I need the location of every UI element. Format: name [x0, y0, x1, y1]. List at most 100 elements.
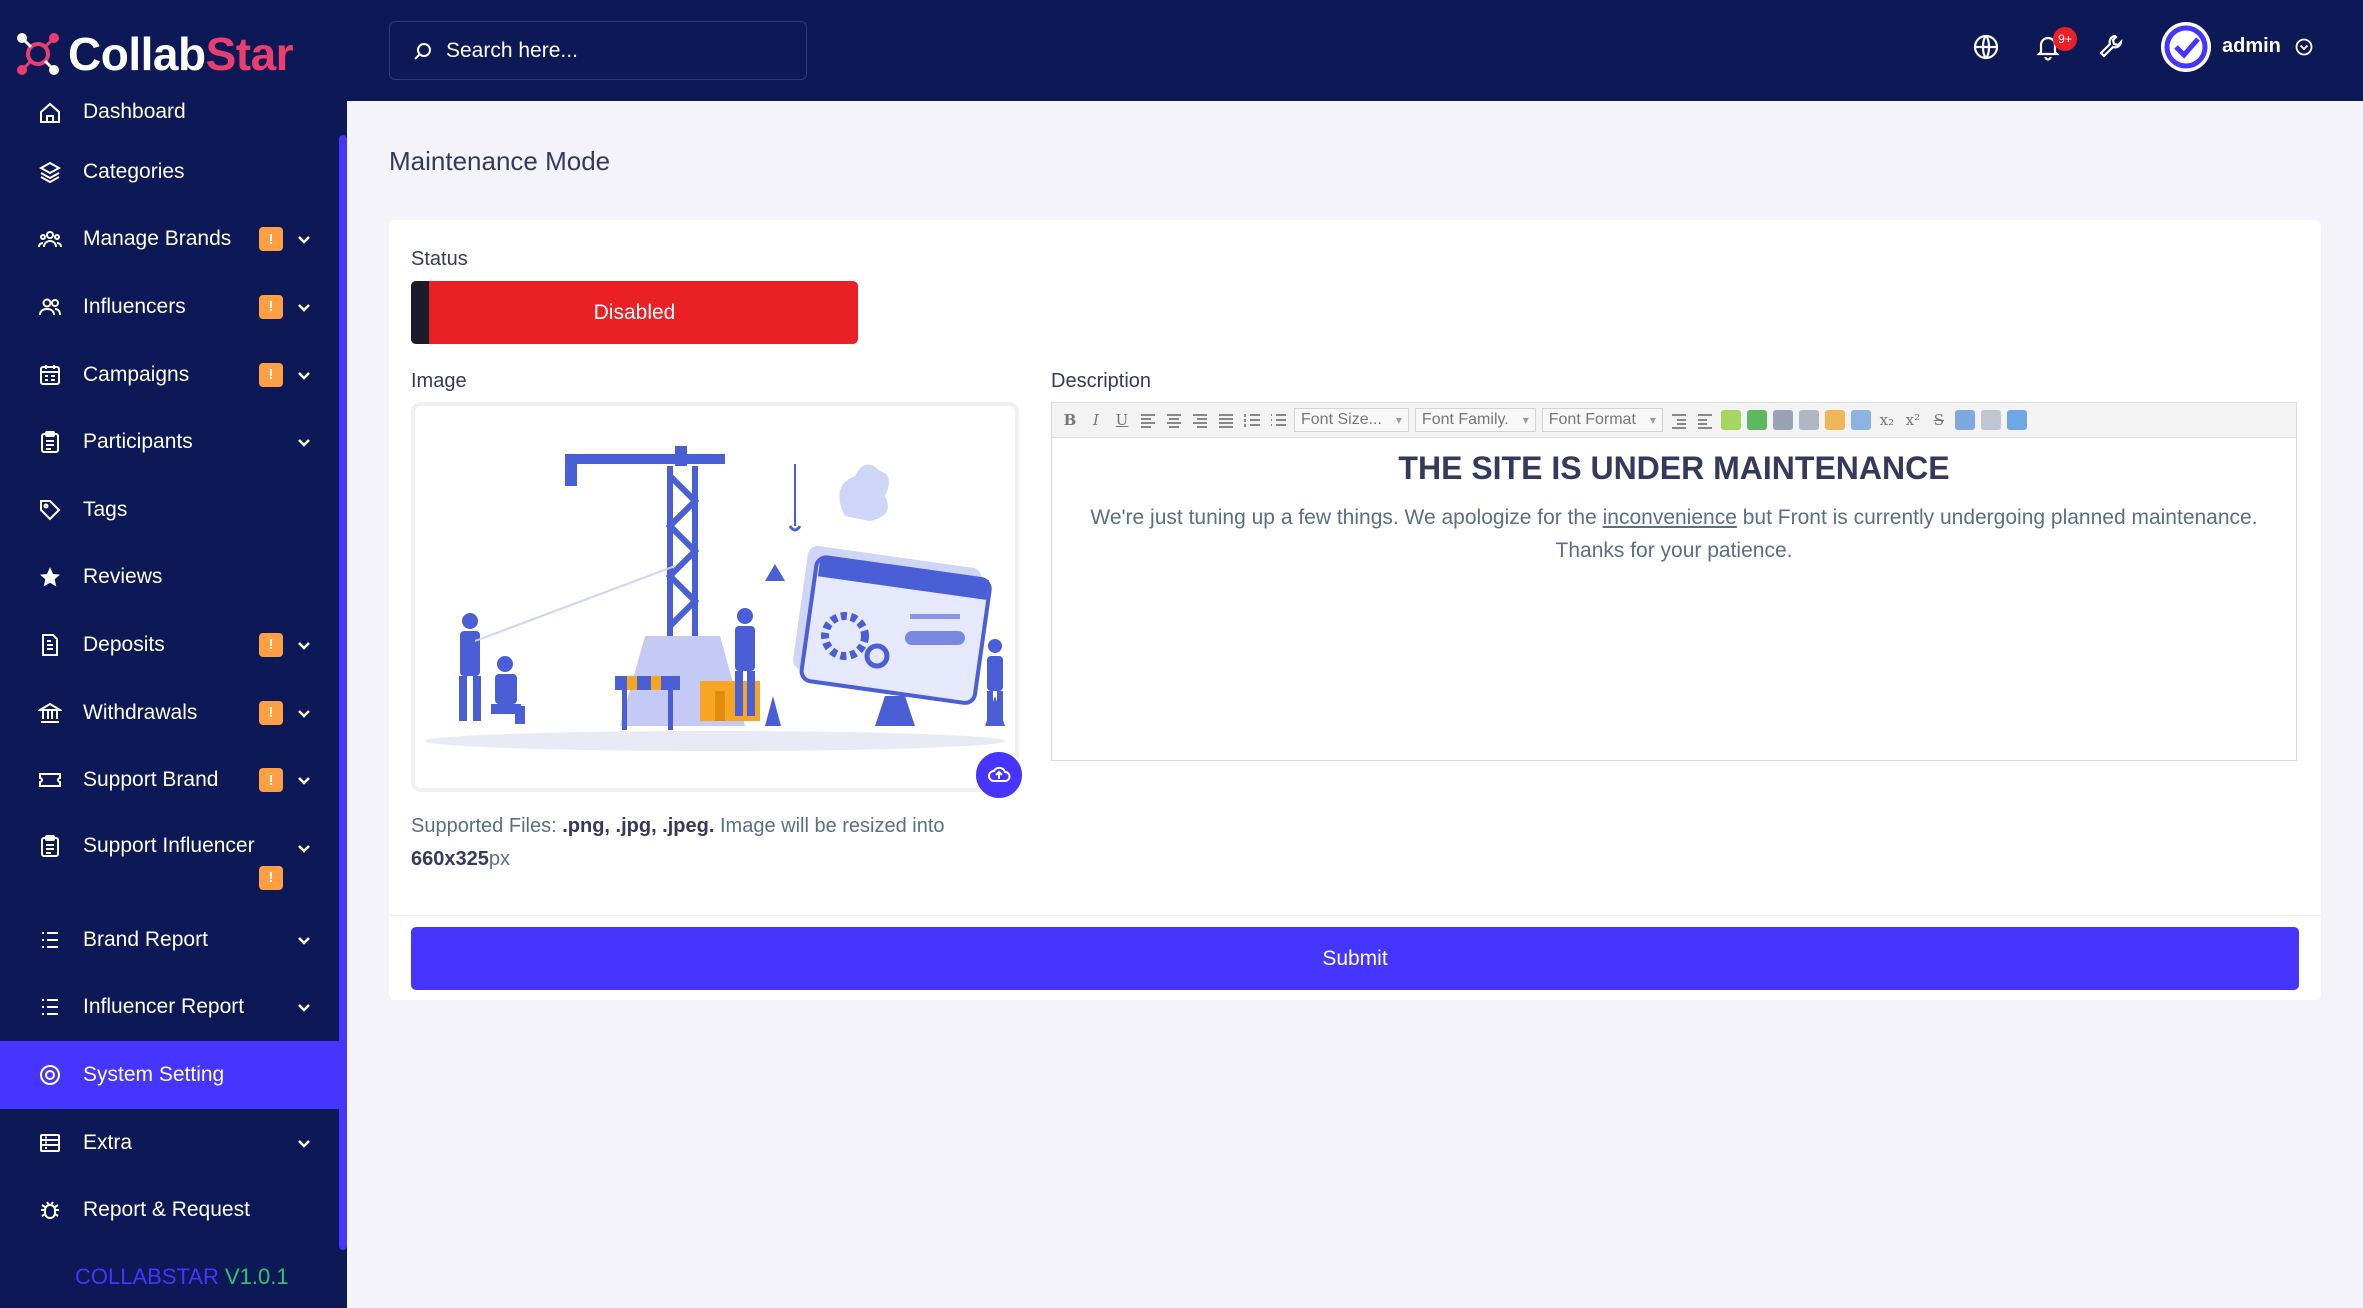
description-label: Description [1051, 370, 1152, 392]
ordered-list-icon[interactable] [1242, 410, 1262, 430]
align-right-icon[interactable] [1190, 410, 1210, 430]
sidebar-item-brand-report[interactable]: Brand Report [0, 906, 340, 974]
align-justify-icon[interactable] [1216, 410, 1236, 430]
strikethrough-icon[interactable]: S [1929, 410, 1949, 430]
upload-image-button[interactable] [974, 750, 1024, 800]
alert-badge: ! [259, 768, 283, 793]
image-help-text: Supported Files: .png, .jpg, .jpeg. Imag… [411, 810, 1011, 876]
sidebar-item-deposits[interactable]: Deposits ! [0, 611, 340, 679]
align-center-icon[interactable] [1164, 410, 1184, 430]
image-preview [411, 402, 1019, 792]
wrench-icon[interactable] [2097, 32, 2127, 62]
page-title: Maintenance Mode [389, 146, 611, 176]
help-file-types: .png, .jpg, .jpeg. [562, 815, 715, 837]
sidebar-item-campaigns[interactable]: Campaigns ! [0, 341, 340, 409]
sidebar-item-label: Tags [83, 497, 128, 521]
user-name[interactable]: admin [2222, 35, 2281, 58]
sidebar-item-manage-brands[interactable]: Manage Brands ! [0, 206, 340, 274]
layers-icon [38, 160, 62, 184]
status-toggle[interactable]: Disabled [411, 281, 858, 344]
sidebar-item-label: Influencers [83, 294, 186, 318]
search-box[interactable] [389, 21, 807, 80]
editor-heading: THE SITE IS UNDER MAINTENANCE [1398, 450, 1950, 486]
image-insert-icon[interactable] [1824, 410, 1845, 430]
text-color-icon[interactable] [1720, 410, 1741, 430]
alert-badge: ! [259, 362, 283, 387]
horizontal-rule-icon[interactable] [1980, 410, 2001, 430]
link-icon[interactable] [1772, 410, 1793, 430]
rich-text-editor[interactable]: B I U Font Size... Font Family. Font For… [1051, 402, 2297, 761]
sidebar-item-support-brand[interactable]: Support Brand ! [0, 746, 340, 814]
background-color-icon[interactable] [1746, 410, 1767, 430]
chevron-down-icon [298, 1139, 310, 1148]
sidebar-scrollbar[interactable] [339, 135, 347, 1250]
font-family-select[interactable]: Font Family. [1414, 408, 1536, 432]
font-size-select[interactable]: Font Size... [1294, 408, 1409, 432]
unlink-icon[interactable] [1798, 410, 1819, 430]
outdent-icon[interactable] [1695, 410, 1715, 430]
sidebar-item-label: Deposits [83, 632, 165, 656]
sidebar-item-participants[interactable]: Participants [0, 408, 340, 476]
notification-count-badge: 9+ [2053, 27, 2077, 51]
file-invoice-icon [38, 633, 62, 657]
sidebar-item-dashboard[interactable]: Dashboard [0, 88, 340, 138]
sidebar-item-influencer-report[interactable]: Influencer Report [0, 974, 340, 1042]
chevron-down-icon [298, 845, 310, 853]
bold-button[interactable]: B [1060, 410, 1080, 430]
maintenance-illustration [425, 446, 1005, 751]
sidebar-item-categories[interactable]: Categories [0, 138, 340, 206]
submit-button[interactable]: Submit [411, 927, 2299, 990]
remove-format-icon[interactable] [1954, 410, 1975, 430]
subscript-icon[interactable]: x₂ [1877, 410, 1897, 430]
avatar[interactable] [2161, 22, 2211, 72]
sidebar-item-influencers[interactable]: Influencers ! [0, 273, 340, 341]
sidebar-item-label: Manage Brands [83, 227, 232, 251]
bank-icon [36, 701, 64, 725]
editor-toolbar: B I U Font Size... Font Family. Font For… [1052, 403, 2296, 438]
sidebar-item-extra[interactable]: Extra [0, 1109, 340, 1177]
italic-button[interactable]: I [1086, 410, 1106, 430]
sidebar-item-label: Categories [83, 159, 185, 183]
chevron-down-icon [298, 304, 310, 312]
html-source-icon[interactable] [2006, 410, 2027, 430]
star-icon [38, 565, 62, 589]
superscript-icon[interactable]: x² [1903, 410, 1923, 430]
underline-button[interactable]: U [1112, 410, 1132, 430]
sidebar-item-support-influencer[interactable]: Support Influencer ! [0, 814, 340, 906]
body-text-link: inconvenience [1602, 506, 1737, 529]
sidebar-item-report-request[interactable]: Report & Request [0, 1176, 340, 1244]
chevron-down-icon [298, 439, 310, 447]
sidebar-item-label: Participants [83, 430, 193, 454]
calendar-icon [38, 363, 62, 387]
list-icon [38, 995, 62, 1019]
chevron-down-circle-icon[interactable] [2294, 37, 2314, 57]
clipboard-list-icon [38, 834, 62, 858]
sidebar-item-reviews[interactable]: Reviews [0, 544, 340, 612]
form-divider [389, 915, 2321, 916]
bug-icon [38, 1198, 62, 1222]
sidebar-item-system-setting[interactable]: System Setting [0, 1041, 340, 1109]
sidebar-item-label: Report & Request [83, 1198, 250, 1222]
status-label: Status [411, 248, 468, 270]
alert-badge: ! [259, 700, 283, 725]
indent-icon[interactable] [1669, 410, 1689, 430]
help-unit: px [488, 848, 510, 870]
unordered-list-icon[interactable] [1268, 410, 1288, 430]
align-left-icon[interactable] [1138, 410, 1158, 430]
table-icon[interactable] [1850, 410, 1871, 430]
sidebar-item-tags[interactable]: Tags [0, 476, 340, 544]
sidebar-item-label: Support Brand [83, 768, 219, 792]
globe-icon[interactable] [1971, 32, 2001, 62]
help-prefix: Supported Files: [411, 815, 557, 837]
app-logo[interactable]: Collab Star [12, 24, 294, 84]
sidebar-item-label: System Setting [83, 1062, 225, 1086]
server-icon [38, 1131, 62, 1155]
sidebar-item-label: Support Influencer [83, 833, 255, 857]
font-format-select[interactable]: Font Format [1541, 408, 1663, 432]
sidebar-item-withdrawals[interactable]: Withdrawals ! [0, 679, 340, 747]
search-input[interactable] [446, 22, 796, 79]
sidebar: Collab Star Dashboard Categories Manage B… [0, 0, 347, 1308]
toggle-knob [411, 281, 429, 344]
home-icon [38, 101, 62, 125]
version-prefix: COLLABSTAR [75, 1264, 219, 1289]
